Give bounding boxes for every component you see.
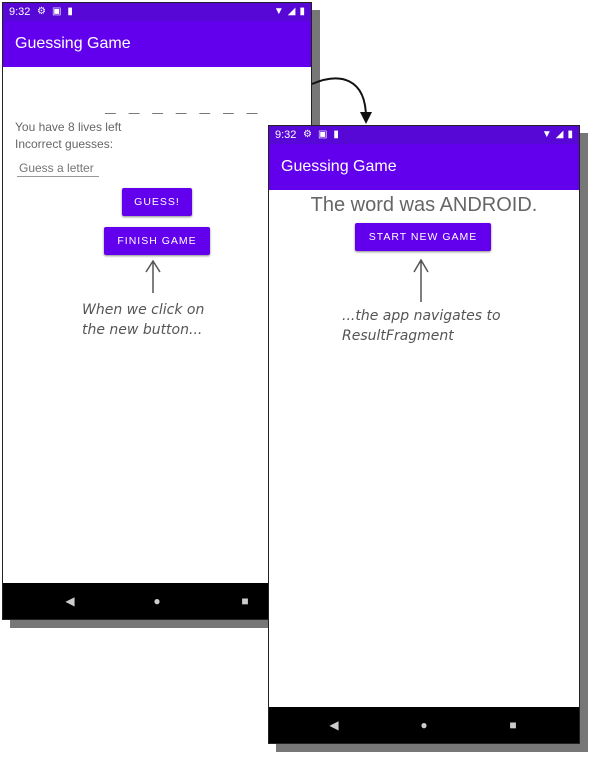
sd-card-icon: ▮ — [67, 6, 73, 17]
status-bar: 9:32 ⚙ ▣ ▮ ▼ ◢ ▮ — [269, 126, 579, 144]
secret-word-mask: _ _ _ _ _ _ _ — [105, 98, 259, 118]
navigation-curved-arrow — [311, 77, 367, 119]
annotation-note-click: When we click on the new button... — [82, 300, 204, 340]
status-bar: 9:32 ⚙ ▣ ▮ ▼ ◢ ▮ — [3, 3, 311, 21]
wifi-icon: ▼ — [541, 129, 552, 140]
settings-icon: ⚙ — [37, 6, 46, 17]
lives-left-text: You have 8 lives left — [15, 120, 122, 134]
notification-icon: ▣ — [317, 129, 328, 140]
annotation-note-navigate: ...the app navigates to ResultFragment — [342, 306, 501, 346]
guess-input[interactable] — [17, 160, 99, 177]
signal-icon: ◢ — [555, 129, 564, 140]
wifi-icon: ▼ — [273, 6, 284, 17]
battery-icon: ▮ — [299, 6, 305, 17]
note1-line2: the new button... — [82, 322, 203, 338]
app-bar: Guessing Game — [3, 21, 311, 67]
guess-button[interactable]: GUESS! — [122, 188, 192, 216]
navigation-arrow-head — [360, 112, 372, 124]
phone-screen-result: 9:32 ⚙ ▣ ▮ ▼ ◢ ▮ Guessing Game The word … — [268, 125, 580, 744]
status-time: 9:32 — [9, 6, 31, 18]
notification-icon: ▣ — [51, 6, 62, 17]
home-icon[interactable]: ● — [409, 707, 439, 743]
settings-icon: ⚙ — [303, 129, 312, 140]
back-icon[interactable]: ◀ — [319, 707, 349, 743]
recents-icon[interactable]: ■ — [230, 583, 260, 619]
back-icon[interactable]: ◀ — [55, 583, 85, 619]
nav-bar: ◀ ● ■ — [269, 707, 579, 743]
app-bar: Guessing Game — [269, 144, 579, 190]
nav-bar: ◀ ● ■ — [3, 583, 311, 619]
status-time: 9:32 — [275, 129, 297, 141]
app-title: Guessing Game — [15, 35, 131, 52]
signal-icon: ◢ — [287, 6, 296, 17]
note2-line1: ...the app navigates to — [342, 308, 501, 324]
start-new-game-button[interactable]: START NEW GAME — [355, 223, 491, 251]
finish-game-button[interactable]: FINISH GAME — [104, 227, 210, 255]
note2-line2: ResultFragment — [342, 328, 454, 344]
note1-line1: When we click on — [82, 302, 205, 318]
recents-icon[interactable]: ■ — [498, 707, 528, 743]
home-icon[interactable]: ● — [142, 583, 172, 619]
result-text: The word was ANDROID. — [310, 194, 538, 216]
incorrect-guesses-text: Incorrect guesses: — [15, 137, 114, 151]
app-title: Guessing Game — [281, 158, 397, 175]
battery-icon: ▮ — [567, 129, 573, 140]
sd-card-icon: ▮ — [333, 129, 339, 140]
